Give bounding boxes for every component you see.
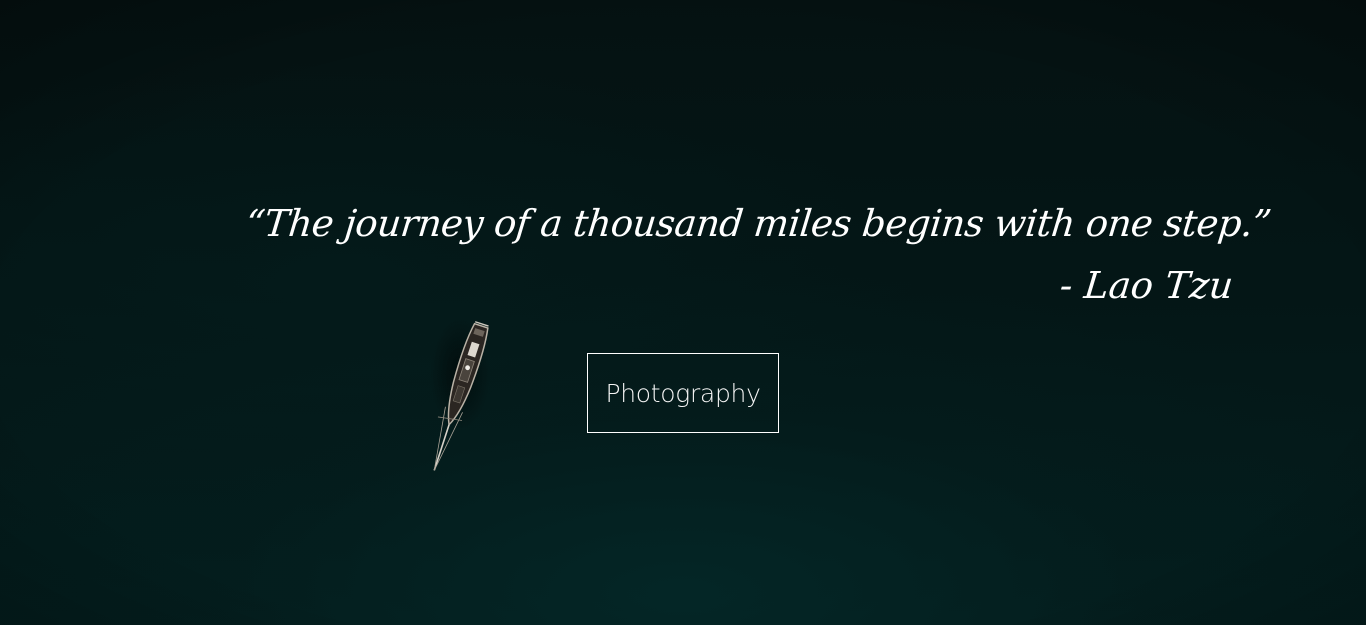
sailboat-icon [430,318,490,471]
photography-button[interactable]: Photography [587,353,779,433]
hero-section: “The journey of a thousand miles begins … [0,0,1366,625]
quote-author: - Lao Tzu [1057,264,1236,307]
quote-text: “The journey of a thousand miles begins … [243,202,1274,245]
